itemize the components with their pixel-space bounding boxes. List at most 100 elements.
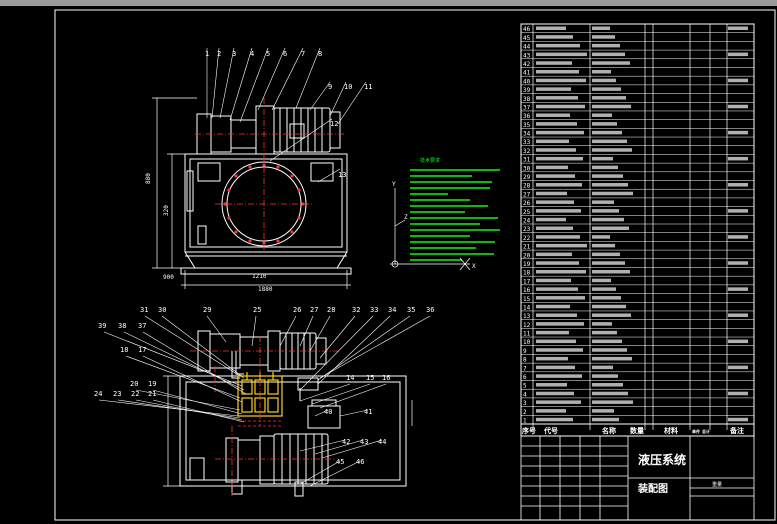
parts-row-number: 25 bbox=[523, 209, 531, 216]
parts-name-text bbox=[592, 217, 624, 222]
parts-name-text bbox=[592, 43, 620, 48]
parts-code-text bbox=[536, 174, 575, 178]
parts-name-text bbox=[592, 69, 611, 74]
parts-name-text bbox=[592, 252, 620, 257]
parts-code-text bbox=[536, 183, 582, 187]
parts-row-number: 42 bbox=[523, 61, 531, 68]
parts-code-text bbox=[536, 69, 579, 74]
parts-row-number: 43 bbox=[523, 52, 531, 59]
parts-code-text bbox=[536, 287, 578, 291]
front-balloon-2: 2 bbox=[217, 50, 221, 58]
parts-code-text bbox=[536, 348, 583, 352]
parts-name-text bbox=[592, 356, 632, 361]
front-balloon-9: 9 bbox=[328, 83, 332, 91]
cad-drawing: 880 320 1210 1880 900 1 2 3 4 5 6 7 89 10 111213 bbox=[54, 9, 776, 521]
parts-name-text bbox=[592, 130, 622, 135]
parts-row-number: 14 bbox=[523, 304, 531, 311]
front-balloon-7: 7 bbox=[301, 50, 305, 58]
parts-note-text bbox=[728, 313, 748, 317]
parts-code-text bbox=[536, 104, 585, 109]
front-balloon-10: 10 bbox=[344, 83, 352, 91]
top-balloon-18: 18 bbox=[120, 346, 128, 354]
parts-row-number: 35 bbox=[523, 122, 531, 129]
axis-x: X bbox=[472, 263, 476, 270]
parts-name-text bbox=[592, 139, 627, 144]
parts-name-text bbox=[592, 409, 614, 413]
parts-name-text bbox=[592, 313, 631, 317]
front-balloon-6: 6 bbox=[283, 50, 287, 58]
parts-row-number: 15 bbox=[523, 296, 531, 303]
front-view-dimension-texts: 880 320 1210 1880 900 bbox=[145, 173, 273, 293]
parts-row-number: 9 bbox=[523, 348, 527, 355]
parts-row-number: 18 bbox=[523, 270, 531, 277]
parts-code-text bbox=[536, 235, 580, 239]
axis-y: Y bbox=[392, 181, 396, 188]
parts-row-number: 31 bbox=[523, 157, 531, 164]
front-balloon-11: 11 bbox=[364, 83, 372, 91]
front-balloon-13: 13 bbox=[338, 171, 346, 179]
drawing-title: 液压系统 bbox=[638, 452, 686, 467]
parts-row-number: 13 bbox=[523, 313, 531, 320]
parts-header-7: 备注 bbox=[729, 426, 744, 435]
parts-name-text bbox=[592, 243, 615, 248]
top-balloon-38: 38 bbox=[118, 322, 126, 330]
parts-row-number: 29 bbox=[523, 174, 531, 181]
parts-row-number: 41 bbox=[523, 70, 531, 77]
parts-code-text bbox=[536, 35, 573, 39]
parts-header-3: 数量 bbox=[630, 426, 644, 435]
parts-code-text bbox=[536, 330, 569, 335]
parts-header-5: 单件 bbox=[692, 428, 700, 434]
parts-code-text bbox=[536, 269, 586, 274]
parts-name-text bbox=[592, 278, 611, 283]
parts-note-text bbox=[728, 78, 748, 83]
top-balloon-16: 16 bbox=[382, 374, 390, 382]
parts-note-text bbox=[728, 209, 748, 213]
parts-code-text bbox=[536, 278, 571, 283]
parts-code-text bbox=[536, 61, 572, 65]
parts-note-text bbox=[728, 365, 748, 370]
parts-row-number: 3 bbox=[523, 400, 527, 407]
parts-note-text bbox=[728, 104, 748, 109]
top-balloon-22: 22 bbox=[131, 390, 139, 398]
parts-code-text bbox=[536, 226, 573, 230]
top-balloon-24: 24 bbox=[94, 390, 102, 398]
front-view bbox=[180, 105, 352, 275]
top-balloon-32: 32 bbox=[352, 306, 360, 314]
parts-header-6: 总计 bbox=[702, 428, 710, 434]
parts-code-text bbox=[536, 339, 576, 344]
weight-label: 重量 bbox=[712, 481, 722, 488]
parts-row-number: 2 bbox=[523, 409, 527, 416]
parts-code-text bbox=[536, 304, 570, 309]
parts-row-number: 4 bbox=[523, 391, 527, 398]
parts-name-text bbox=[592, 209, 619, 213]
parts-code-text bbox=[536, 356, 568, 361]
parts-row-number: 38 bbox=[523, 96, 531, 103]
top-balloon-15: 15 bbox=[366, 374, 374, 382]
parts-code-text bbox=[536, 322, 584, 326]
parts-row-number: 8 bbox=[523, 357, 527, 364]
parts-row-number: 16 bbox=[523, 287, 531, 294]
parts-code-text bbox=[536, 43, 580, 48]
parts-name-text bbox=[592, 296, 621, 300]
top-balloon-36: 36 bbox=[426, 306, 434, 314]
parts-name-text bbox=[592, 287, 616, 291]
top-balloon-43: 43 bbox=[360, 438, 368, 446]
top-balloon-29: 29 bbox=[203, 306, 211, 314]
parts-row-number: 21 bbox=[523, 244, 531, 251]
top-balloon-45: 45 bbox=[336, 458, 344, 466]
parts-row-number: 12 bbox=[523, 322, 531, 329]
parts-row-number: 40 bbox=[523, 78, 531, 85]
top-balloon-35: 35 bbox=[407, 306, 415, 314]
parts-code-text bbox=[536, 156, 583, 161]
parts-row-number: 44 bbox=[523, 44, 531, 51]
parts-row-number: 27 bbox=[523, 191, 531, 198]
front-balloon-1: 1 bbox=[205, 50, 209, 58]
parts-code-text bbox=[536, 191, 567, 196]
parts-row-number: 24 bbox=[523, 218, 531, 225]
top-balloon-19: 19 bbox=[148, 380, 156, 388]
parts-row-number: 26 bbox=[523, 200, 531, 207]
parts-name-text bbox=[592, 400, 633, 404]
parts-row-number: 6 bbox=[523, 374, 527, 381]
parts-code-text bbox=[536, 78, 586, 83]
parts-name-text bbox=[592, 348, 627, 352]
